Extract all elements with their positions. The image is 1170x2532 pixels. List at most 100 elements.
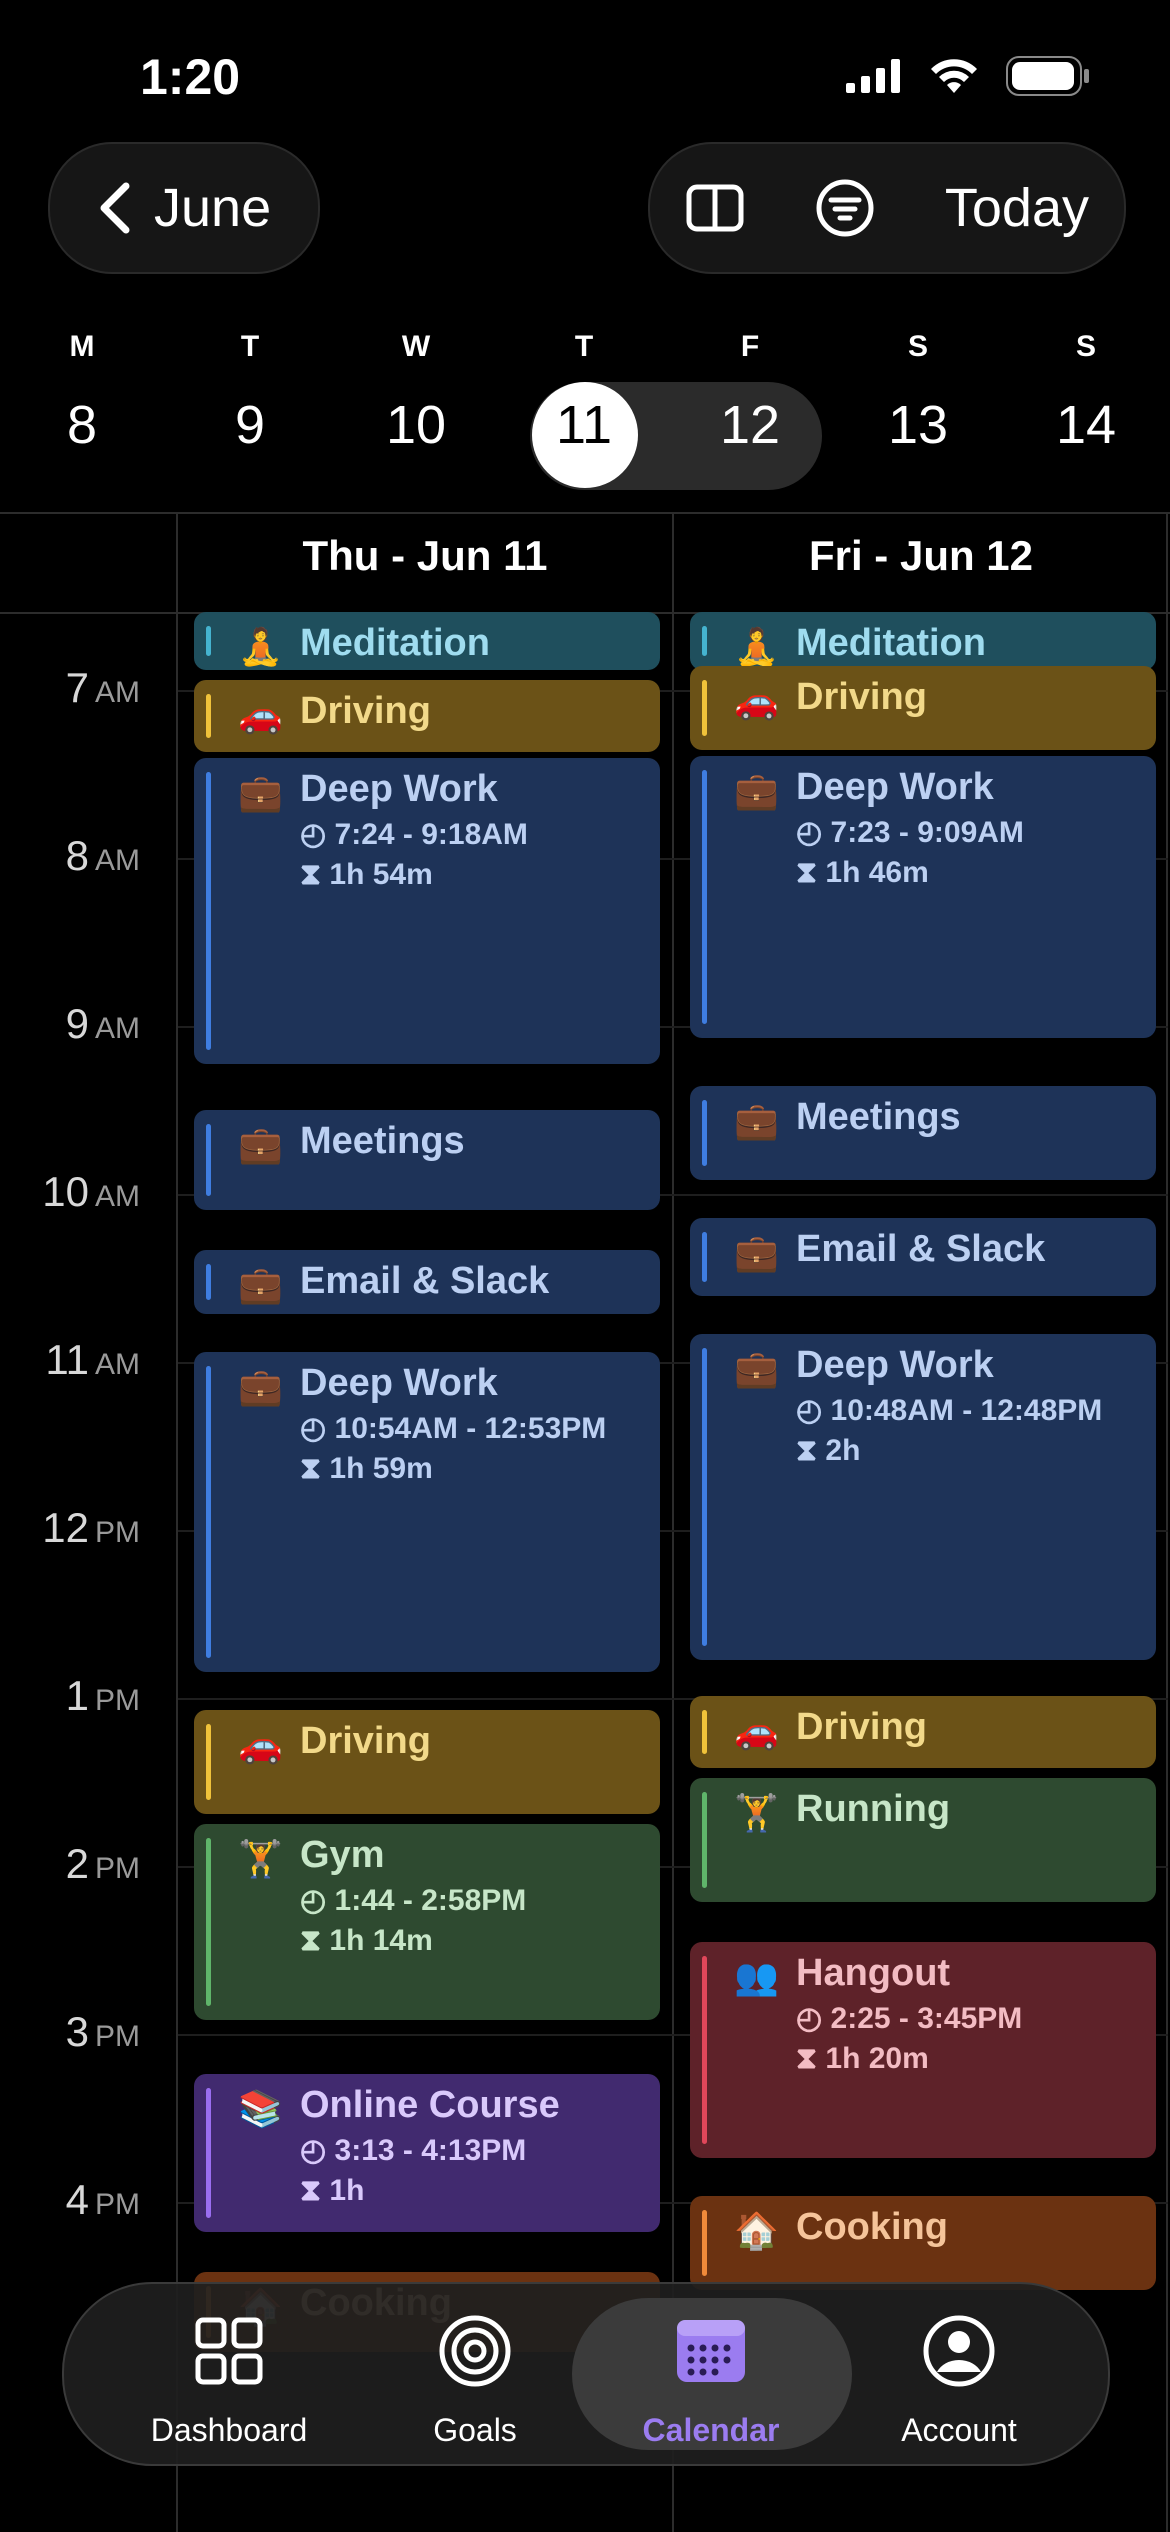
battery-icon [1006,56,1089,96]
hour-period: AM [95,1348,140,1381]
day-wed[interactable]: W 10 [356,330,476,456]
event-time-text: 7:24 - 9:18AM [334,818,528,851]
day-thu[interactable]: T 11 [524,330,644,456]
hourglass-icon: ⧗ [300,1452,330,1485]
tab-goals[interactable]: Goals [350,2284,600,2464]
hour-label: 8 AM [0,832,140,880]
event-block[interactable]: 📚 Online Course ◴ 3:13 - 4:13PM ⧗ 1h [194,2074,660,2232]
event-time-range: ◴ 7:24 - 9:18AM [300,817,660,852]
event-block[interactable]: 💼 Deep Work ◴ 10:48AM - 12:48PM ⧗ 2h [690,1334,1156,1660]
hour-label: 4 PM [0,2176,140,2224]
event-color-bar [702,680,707,736]
day-tue[interactable]: T9 [190,330,310,456]
hour-period: PM [95,2188,140,2221]
event-emoji-icon: 🚗 [734,1710,779,1751]
event-block[interactable]: 🏠 Cooking [690,2196,1156,2290]
event-block[interactable]: 💼 Deep Work ◴ 10:54AM - 12:53PM ⧗ 1h 59m [194,1352,660,1672]
hour-period: AM [95,676,140,709]
tab-calendar[interactable]: Calendar [586,2284,836,2464]
hourglass-icon: ⧗ [300,2174,330,2207]
event-emoji-icon: 💼 [734,770,779,811]
event-emoji-icon: 🏋 [734,1792,779,1833]
view-controls: Today [648,142,1126,274]
filter-icon[interactable] [815,178,875,238]
event-time-text: 1:44 - 2:58PM [334,1884,527,1917]
day-letter: W [401,330,431,363]
tab-account[interactable]: Account [834,2284,1084,2464]
event-color-bar [206,1264,211,1300]
event-block[interactable]: 💼 Deep Work ◴ 7:24 - 9:18AM ⧗ 1h 54m [194,758,660,1064]
event-block[interactable]: 🚗 Driving [690,1696,1156,1768]
day-number: 12 [719,395,781,455]
event-title: Deep Work [300,768,498,810]
event-emoji-icon: 💼 [238,1366,283,1407]
tab-bar: Dashboard Goals Calendar Account [62,2282,1110,2466]
split-view-icon[interactable] [685,183,745,233]
day-sat[interactable]: S 13 [858,330,978,456]
target-icon [439,2315,511,2387]
event-duration-text: 1h 20m [825,2042,929,2075]
day-number: 14 [1055,395,1117,455]
calendar-icon [677,2320,745,2382]
event-block[interactable]: 💼 Meetings [690,1086,1156,1180]
event-duration-text: 1h 59m [329,1452,433,1485]
hour-period: AM [95,844,140,877]
wifi-icon [931,59,977,93]
event-time-text: 2:25 - 3:45PM [830,2002,1023,2035]
day-mon[interactable]: M8 [22,330,142,456]
event-block[interactable]: 💼 Email & Slack [690,1218,1156,1296]
event-emoji-icon: 🚗 [238,694,283,735]
hour-period: AM [95,1012,140,1045]
event-color-bar [702,1792,707,1888]
event-title: Deep Work [796,766,994,808]
event-color-bar [206,1838,211,2006]
back-to-month-button[interactable]: June [48,142,320,274]
chevron-left-icon [100,182,130,234]
day-fri[interactable]: F 12 [690,330,810,456]
event-block[interactable]: 🚗 Driving [690,666,1156,750]
tab-label: Calendar [642,2412,780,2448]
status-time: 1:20 [140,49,241,105]
event-time-range: ◴ 7:23 - 9:09AM [796,815,1156,850]
day-number: 11 [555,395,613,455]
hourglass-icon: ⧗ [300,858,330,891]
tab-label: Dashboard [150,2412,308,2448]
calendar-grid[interactable]: Thu - Jun 11 Fri - Jun 12 7 AM 8 AM 9 AM 10 AM 1… [0,512,1170,2532]
day-number: 13 [887,395,949,455]
event-emoji-icon: 💼 [238,1124,283,1165]
hourglass-icon: ⧗ [796,2042,826,2075]
hour-label: 2 PM [0,1840,140,1888]
event-block[interactable]: 🏋 Running [690,1778,1156,1902]
event-block[interactable]: 🚗 Driving [194,1710,660,1814]
event-block[interactable]: 🧘 Meditation [194,612,660,670]
event-block[interactable]: 💼 Deep Work ◴ 7:23 - 9:09AM ⧗ 1h 46m [690,756,1156,1038]
event-emoji-icon: 👥 [734,1956,779,1997]
event-title: Driving [796,1706,927,1748]
event-emoji-icon: 🚗 [238,1724,283,1765]
event-time-text: 10:48AM - 12:48PM [830,1394,1103,1427]
event-duration-text: 2h [825,1434,861,1467]
event-block[interactable]: 👥 Hangout ◴ 2:25 - 3:45PM ⧗ 1h 20m [690,1942,1156,2158]
event-color-bar [702,770,707,1024]
event-title: Driving [796,676,927,718]
event-block[interactable]: 🧘 Meditation [690,612,1156,670]
clock-icon: ◴ [300,818,335,851]
event-emoji-icon: 💼 [734,1232,779,1273]
event-emoji-icon: 💼 [238,772,283,813]
event-color-bar [702,1232,707,1282]
divider [672,512,674,2532]
event-block[interactable]: 💼 Email & Slack [194,1250,660,1314]
event-block[interactable]: 💼 Meetings [194,1110,660,1210]
day-letter: S [907,330,928,363]
week-strip: M8 T9 W 10 T 11 F 12 S 13 S 14 [0,330,1170,510]
today-button[interactable]: Today [945,177,1089,239]
day-sun[interactable]: S 14 [1026,330,1146,456]
hour-label: 11 AM [0,1336,140,1384]
event-block[interactable]: 🚗 Driving [194,680,660,752]
hour-label: 10 AM [0,1168,140,1216]
tab-dashboard[interactable]: Dashboard [104,2284,354,2464]
event-title: Driving [300,690,431,732]
event-block[interactable]: 🏋 Gym ◴ 1:44 - 2:58PM ⧗ 1h 14m [194,1824,660,2020]
column-header-thu: Thu - Jun 11 [302,532,548,579]
day-letter: T [240,330,260,363]
